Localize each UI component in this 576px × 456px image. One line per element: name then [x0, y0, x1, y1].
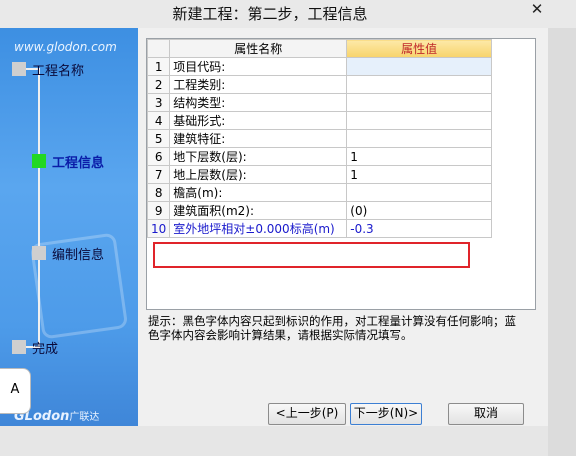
row-number: 7: [146, 165, 171, 184]
table-row[interactable]: 1 项目代码:: [146, 57, 492, 76]
next-button[interactable]: 下一步(N)>: [350, 403, 422, 425]
property-value[interactable]: (0): [346, 201, 492, 220]
property-value[interactable]: 1: [346, 147, 492, 166]
brand-suffix: 广联达: [69, 412, 100, 423]
header-value: 属性值: [346, 39, 492, 58]
step-connector: [38, 68, 40, 348]
header-name: 属性名称: [169, 39, 348, 58]
step-label: 完成: [32, 342, 59, 357]
property-value[interactable]: [346, 111, 492, 130]
step-marker: [12, 340, 26, 354]
step-label: 工程名称: [32, 64, 85, 79]
property-table: 属性名称 属性值 1 项目代码: 2 工程类别: 3 结构类型: 4 基础形式:…: [146, 39, 492, 238]
property-value[interactable]: [346, 183, 492, 202]
property-name: 工程类别:: [169, 75, 348, 94]
property-name: 建筑面积(m2):: [169, 201, 348, 220]
close-button[interactable]: ✕: [516, 0, 558, 20]
row-number: 10: [146, 219, 171, 238]
step-marker: [32, 246, 46, 260]
property-name: 建筑特征:: [169, 129, 348, 148]
property-name: 地上层数(层):: [169, 165, 348, 184]
property-name: 室外地坪相对±0.000标高(m): [169, 219, 348, 238]
table-row[interactable]: 10 室外地坪相对±0.000标高(m) -0.3: [146, 219, 492, 238]
row-number: 2: [146, 75, 171, 94]
corner-cell: [146, 39, 171, 58]
table-row[interactable]: 3 结构类型:: [146, 93, 492, 112]
background-strip-bottom: [0, 426, 548, 456]
table-row[interactable]: 4 基础形式:: [146, 111, 492, 130]
property-value[interactable]: -0.3: [346, 219, 492, 238]
row-number: 8: [146, 183, 171, 202]
row-number: 6: [146, 147, 171, 166]
main-content: 属性名称 属性值 1 项目代码: 2 工程类别: 3 结构类型: 4 基础形式:…: [138, 28, 548, 426]
row-number: 4: [146, 111, 171, 130]
property-value[interactable]: 1: [346, 165, 492, 184]
title-bar: 新建工程：第二步，工程信息 ✕: [0, 0, 576, 29]
property-name: 地下层数(层):: [169, 147, 348, 166]
property-value[interactable]: [346, 129, 492, 148]
step-marker-current: [32, 154, 46, 168]
hint-text: 提示：黑色字体内容只起到标识的作用，对工程量计算没有任何影响；蓝色字体内容会影响…: [148, 314, 516, 342]
highlight-annotation: [153, 242, 470, 268]
row-number: 9: [146, 201, 171, 220]
property-name: 项目代码:: [169, 57, 348, 76]
property-name: 结构类型:: [169, 93, 348, 112]
step-marker: [12, 62, 26, 76]
site-url: www.glodon.com: [14, 40, 117, 54]
side-tab[interactable]: A: [0, 368, 31, 414]
row-number: 1: [146, 57, 171, 76]
step-label: 编制信息: [52, 248, 105, 263]
prev-button[interactable]: <上一步(P): [268, 403, 346, 425]
property-name: 檐高(m):: [169, 183, 348, 202]
table-row[interactable]: 7 地上层数(层): 1: [146, 165, 492, 184]
table-row[interactable]: 5 建筑特征:: [146, 129, 492, 148]
wizard-sidebar: www.glodon.com 工程名称 工程信息 编制信息 完成 GLodon广…: [0, 28, 138, 426]
table-row[interactable]: 2 工程类别:: [146, 75, 492, 94]
row-number: 5: [146, 129, 171, 148]
step-label: 工程信息: [52, 156, 105, 171]
background-strip-right: [548, 28, 576, 456]
property-grid: 属性名称 属性值 1 项目代码: 2 工程类别: 3 结构类型: 4 基础形式:…: [146, 38, 536, 310]
row-number: 3: [146, 93, 171, 112]
cancel-button[interactable]: 取消: [448, 403, 524, 425]
table-row[interactable]: 8 檐高(m):: [146, 183, 492, 202]
property-name: 基础形式:: [169, 111, 348, 130]
property-value[interactable]: [346, 57, 492, 76]
property-value[interactable]: [346, 75, 492, 94]
table-row[interactable]: 6 地下层数(层): 1: [146, 147, 492, 166]
property-value[interactable]: [346, 93, 492, 112]
table-row[interactable]: 9 建筑面积(m2): (0): [146, 201, 492, 220]
window-title: 新建工程：第二步，工程信息: [172, 5, 368, 23]
